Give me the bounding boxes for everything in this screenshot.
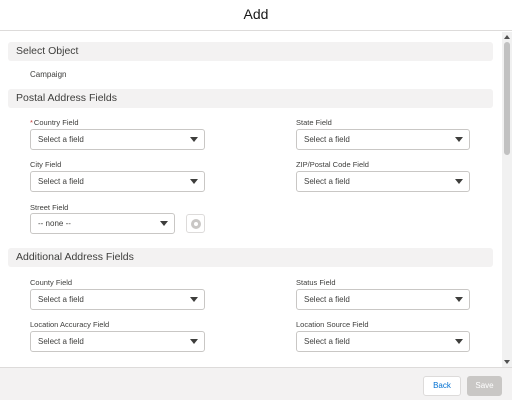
gear-icon	[191, 219, 201, 229]
chevron-down-icon	[190, 297, 198, 302]
street-field-select-value: -- none --	[38, 219, 71, 228]
country-field-select-value: Select a field	[38, 135, 84, 144]
street-field-select[interactable]: -- none --	[30, 213, 175, 234]
street-field-label: Street Field	[30, 203, 69, 212]
zip-field-select[interactable]: Select a field	[296, 171, 470, 192]
county-field-select[interactable]: Select a field	[30, 289, 205, 310]
scroll-up-arrow-icon[interactable]	[504, 35, 510, 39]
section-header-select-object: Select Object	[8, 42, 493, 61]
street-field-settings-button[interactable]	[186, 214, 205, 233]
location-source-field-select[interactable]: Select a field	[296, 331, 470, 352]
city-field-select-value: Select a field	[38, 177, 84, 186]
zip-field-select-value: Select a field	[304, 177, 350, 186]
zip-field-label: ZIP/Postal Code Field	[296, 160, 369, 169]
county-field-select-value: Select a field	[38, 295, 84, 304]
status-field-label: Status Field	[296, 278, 336, 287]
section-header-postal-address: Postal Address Fields	[8, 89, 493, 108]
add-modal: Add Select Object Campaign Postal Addres…	[0, 0, 512, 400]
chevron-down-icon	[455, 297, 463, 302]
city-field-select[interactable]: Select a field	[30, 171, 205, 192]
state-field-select-value: Select a field	[304, 135, 350, 144]
location-accuracy-field-select-value: Select a field	[38, 337, 84, 346]
scroll-down-arrow-icon[interactable]	[504, 360, 510, 364]
state-field-label: State Field	[296, 118, 332, 127]
back-button[interactable]: Back	[423, 376, 461, 396]
chevron-down-icon	[455, 339, 463, 344]
modal-title: Add	[243, 6, 269, 22]
chevron-down-icon	[455, 137, 463, 142]
chevron-down-icon	[190, 339, 198, 344]
scrollbar-thumb[interactable]	[504, 42, 510, 155]
chevron-down-icon	[455, 179, 463, 184]
location-source-field-select-value: Select a field	[304, 337, 350, 346]
county-field-label: County Field	[30, 278, 73, 287]
status-field-select-value: Select a field	[304, 295, 350, 304]
chevron-down-icon	[190, 179, 198, 184]
location-source-field-label: Location Source Field	[296, 320, 369, 329]
selected-object-value: Campaign	[30, 70, 67, 79]
city-field-label: City Field	[30, 160, 62, 169]
country-field-label-text: Country Field	[33, 118, 79, 127]
location-accuracy-field-label: Location Accuracy Field	[30, 320, 110, 329]
save-button[interactable]: Save	[467, 376, 502, 396]
modal-body: Select Object Campaign Postal Address Fi…	[0, 32, 512, 367]
country-field-label: *Country Field	[30, 118, 79, 127]
chevron-down-icon	[160, 221, 168, 226]
required-indicator: *	[30, 118, 33, 127]
modal-footer: Back Save	[0, 367, 512, 400]
status-field-select[interactable]: Select a field	[296, 289, 470, 310]
state-field-select[interactable]: Select a field	[296, 129, 470, 150]
chevron-down-icon	[190, 137, 198, 142]
section-header-additional-address: Additional Address Fields	[8, 248, 493, 267]
modal-header: Add	[0, 0, 512, 31]
vertical-scrollbar[interactable]	[502, 32, 512, 367]
country-field-select[interactable]: Select a field	[30, 129, 205, 150]
location-accuracy-field-select[interactable]: Select a field	[30, 331, 205, 352]
